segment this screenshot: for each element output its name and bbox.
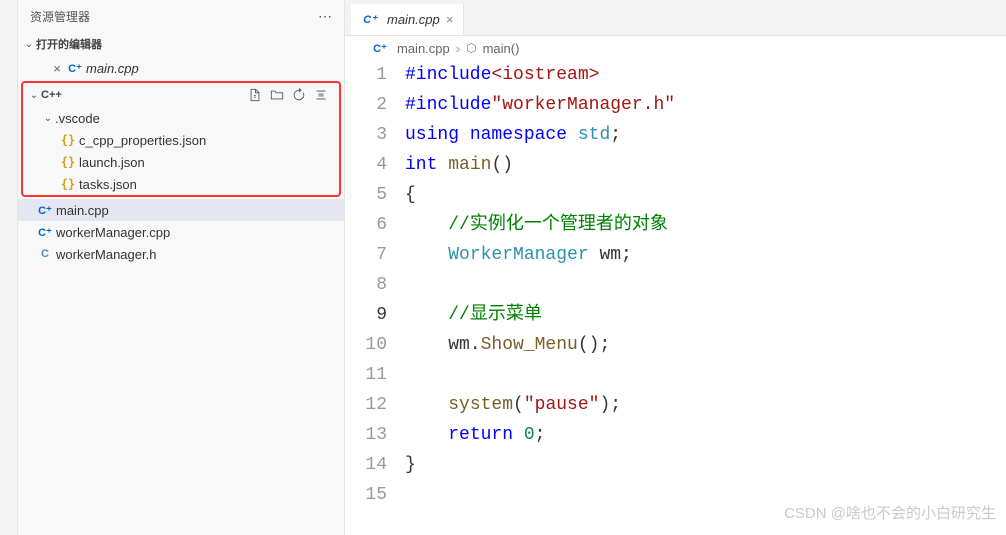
sidebar-title: 资源管理器 — [30, 8, 318, 25]
close-icon[interactable]: × — [48, 61, 66, 76]
chevron-down-icon: ⌄ — [22, 39, 36, 50]
breadcrumb-file: main.cpp — [397, 41, 450, 56]
cpp-file-icon: C⁺ — [371, 42, 389, 55]
tab-label: main.cpp — [387, 12, 440, 27]
project-label: C++ — [41, 89, 62, 101]
folder-name: .vscode — [55, 111, 100, 126]
tabs-bar: C⁺ main.cpp × — [345, 0, 1006, 36]
sidebar-header: 资源管理器 ⋯ — [18, 0, 344, 32]
explorer-sidebar: 资源管理器 ⋯ ⌄ 打开的编辑器 × C⁺ main.cpp ⌄ C++ ⌄ .… — [18, 0, 345, 535]
tree-file-item[interactable]: {} tasks.json — [23, 173, 339, 195]
tree-file-item[interactable]: {} launch.json — [23, 151, 339, 173]
breadcrumb-symbol: main() — [483, 41, 520, 56]
tab-active[interactable]: C⁺ main.cpp × — [351, 4, 464, 35]
vscode-folder[interactable]: ⌄ .vscode — [23, 107, 339, 129]
json-file-icon: {} — [59, 177, 77, 191]
open-editor-filename: main.cpp — [86, 61, 139, 76]
code-editor[interactable]: 123456789101112131415 #include<iostream>… — [345, 60, 1006, 535]
file-name: main.cpp — [56, 203, 109, 218]
cpp-file-icon: C⁺ — [66, 62, 84, 75]
file-name: workerManager.h — [56, 247, 156, 262]
file-name: workerManager.cpp — [56, 225, 170, 240]
more-icon[interactable]: ⋯ — [318, 8, 332, 25]
file-name: c_cpp_properties.json — [79, 133, 206, 148]
open-editor-item[interactable]: × C⁺ main.cpp — [18, 56, 344, 80]
method-icon: ⬡ — [466, 41, 476, 55]
new-file-icon[interactable] — [247, 87, 263, 103]
json-file-icon: {} — [59, 133, 77, 147]
tree-file-selected[interactable]: C⁺ main.cpp — [18, 199, 344, 221]
json-file-icon: {} — [59, 155, 77, 169]
project-header[interactable]: ⌄ C++ — [23, 83, 339, 107]
line-gutter: 123456789101112131415 — [345, 60, 405, 535]
collapse-icon[interactable] — [313, 87, 329, 103]
chevron-right-icon: › — [456, 41, 460, 56]
close-icon[interactable]: × — [446, 12, 454, 27]
file-name: launch.json — [79, 155, 145, 170]
breadcrumb[interactable]: C⁺ main.cpp › ⬡ main() — [345, 36, 1006, 60]
highlight-annotation: ⌄ C++ ⌄ .vscode {} c_cpp_properties.json… — [21, 81, 341, 197]
cpp-file-icon: C⁺ — [36, 204, 54, 217]
tree-file-item[interactable]: {} c_cpp_properties.json — [23, 129, 339, 151]
refresh-icon[interactable] — [291, 87, 307, 103]
cpp-file-icon: C⁺ — [361, 13, 379, 26]
code-content[interactable]: #include<iostream>#include"workerManager… — [405, 60, 1006, 535]
editor-area: C⁺ main.cpp × C⁺ main.cpp › ⬡ main() 123… — [345, 0, 1006, 535]
tree-file-item[interactable]: C workerManager.h — [18, 243, 344, 265]
tree-file-item[interactable]: C⁺ workerManager.cpp — [18, 221, 344, 243]
cpp-file-icon: C⁺ — [36, 226, 54, 239]
file-name: tasks.json — [79, 177, 137, 192]
open-editors-label: 打开的编辑器 — [36, 36, 102, 52]
chevron-down-icon: ⌄ — [41, 113, 55, 124]
new-folder-icon[interactable] — [269, 87, 285, 103]
chevron-down-icon: ⌄ — [27, 90, 41, 101]
open-editors-section[interactable]: ⌄ 打开的编辑器 — [18, 32, 344, 56]
activity-bar — [0, 0, 18, 535]
c-file-icon: C — [36, 248, 54, 260]
